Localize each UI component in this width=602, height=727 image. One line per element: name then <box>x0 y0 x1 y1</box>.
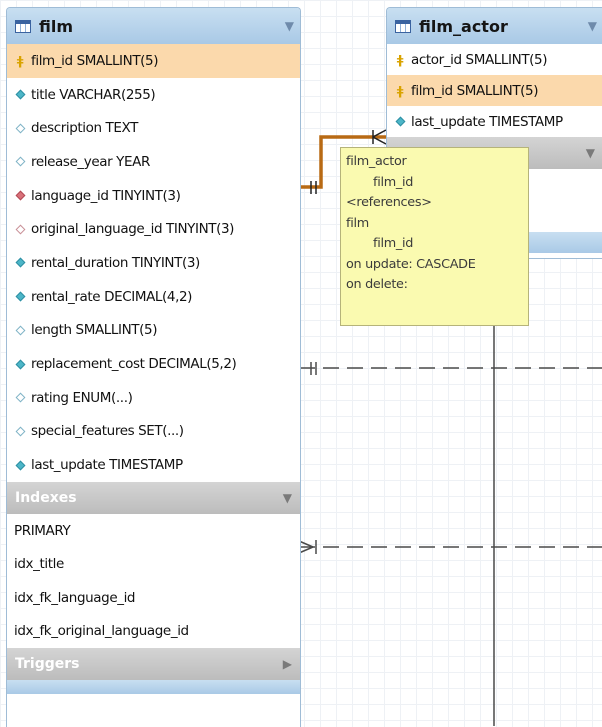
column-label: original_language_id TINYINT(3) <box>31 221 235 238</box>
column-row-last-update[interactable]: last_update TIMESTAMP <box>387 106 602 137</box>
index-label: idx_fk_original_language_id <box>14 623 189 640</box>
tooltip-line: <references> <box>346 195 432 210</box>
film-table-header[interactable]: film ▼ <box>7 8 300 44</box>
film-table[interactable]: film ▼ ǂ film_id SMALLINT(5) title VARCH… <box>6 7 301 727</box>
tooltip-line: film_actor <box>346 154 407 169</box>
collapse-chevron-icon[interactable]: ▼ <box>588 19 597 33</box>
index-label: idx_title <box>14 556 64 573</box>
primary-key-icon: ǂ <box>396 83 404 98</box>
collapse-chevron-icon[interactable]: ▼ <box>283 491 292 505</box>
column-row-rental-rate[interactable]: rental_rate DECIMAL(4,2) <box>7 280 300 314</box>
foreign-key-icon <box>13 190 27 201</box>
column-label: special_features SET(...) <box>31 423 184 440</box>
tooltip-line: on delete: <box>346 277 408 292</box>
column-label: title VARCHAR(255) <box>31 86 156 103</box>
column-row-language-id[interactable]: language_id TINYINT(3) <box>7 179 300 213</box>
column-row-rental-duration[interactable]: rental_duration TINYINT(3) <box>7 246 300 280</box>
column-row-replacement-cost[interactable]: replacement_cost DECIMAL(5,2) <box>7 347 300 381</box>
nullable-column-icon <box>13 156 27 167</box>
column-label: language_id TINYINT(3) <box>31 187 181 204</box>
tooltip-line: on update: CASCADE <box>346 256 476 272</box>
film-actor-table-header[interactable]: film_actor ▼ <box>387 8 602 44</box>
column-label: replacement_cost DECIMAL(5,2) <box>31 356 237 373</box>
column-label: description TEXT <box>31 120 138 137</box>
column-label: film_id SMALLINT(5) <box>31 52 159 69</box>
tooltip-line: film_id <box>373 174 414 190</box>
film-table-footer <box>7 679 300 694</box>
column-row-actor-id[interactable]: ǂ actor_id SMALLINT(5) <box>387 44 602 75</box>
table-icon <box>15 19 31 33</box>
index-row[interactable]: PRIMARY <box>7 514 300 548</box>
column-label: rental_duration TINYINT(3) <box>31 254 200 271</box>
dashed-relationship-line-lower[interactable] <box>298 540 602 554</box>
column-row-film-id[interactable]: ǂ film_id SMALLINT(5) <box>7 44 300 78</box>
column-row-original-language-id[interactable]: original_language_id TINYINT(3) <box>7 212 300 246</box>
primary-key-icon: ǂ <box>16 53 24 68</box>
index-label: idx_fk_language_id <box>14 589 136 606</box>
indexes-section-header[interactable]: Indexes ▼ <box>7 481 300 514</box>
film-table-title: film <box>39 16 74 36</box>
not-null-column-icon <box>13 291 27 302</box>
primary-key-icon: ǂ <box>396 52 404 67</box>
column-row-title[interactable]: title VARCHAR(255) <box>7 78 300 112</box>
column-label: rental_rate DECIMAL(4,2) <box>31 288 193 305</box>
collapse-chevron-icon[interactable]: ▼ <box>285 19 294 33</box>
column-row-rating[interactable]: rating ENUM(...) <box>7 381 300 415</box>
triggers-section-header[interactable]: Triggers ▶ <box>7 647 300 680</box>
index-row[interactable]: idx_fk_language_id <box>7 581 300 615</box>
index-row[interactable]: idx_fk_original_language_id <box>7 614 300 648</box>
index-row[interactable]: idx_title <box>7 547 300 581</box>
triggers-label: Triggers <box>15 655 80 672</box>
not-null-column-icon <box>13 258 27 268</box>
indexes-label: Indexes <box>15 489 77 506</box>
relationship-tooltip: film_actor film_id <references> film fil… <box>340 147 529 326</box>
index-label: PRIMARY <box>14 522 71 539</box>
not-null-column-icon <box>13 89 27 100</box>
not-null-column-icon <box>13 359 27 369</box>
column-label: rating ENUM(...) <box>31 389 133 406</box>
column-row-last-update[interactable]: last_update TIMESTAMP <box>7 448 300 482</box>
nullable-column-icon <box>13 392 27 403</box>
table-icon <box>395 19 411 33</box>
column-label: length SMALLINT(5) <box>31 322 158 339</box>
nullable-column-icon <box>13 123 27 134</box>
column-label: actor_id SMALLINT(5) <box>411 51 548 68</box>
column-row-special-features[interactable]: special_features SET(...) <box>7 415 300 449</box>
column-label: film_id SMALLINT(5) <box>411 82 539 99</box>
column-label: release_year YEAR <box>31 153 150 170</box>
dashed-relationship-line-upper[interactable] <box>299 362 602 375</box>
nullable-column-icon <box>13 325 27 336</box>
expand-arrow-icon[interactable]: ▶ <box>283 657 292 671</box>
not-null-column-icon <box>393 116 407 127</box>
nullable-column-icon <box>13 426 27 437</box>
tooltip-line: film_id <box>373 236 414 251</box>
column-row-release-year[interactable]: release_year YEAR <box>7 145 300 179</box>
column-row-description[interactable]: description TEXT <box>7 111 300 145</box>
nullable-foreign-key-icon <box>13 224 27 235</box>
not-null-column-icon <box>13 460 27 471</box>
tooltip-line: film <box>346 215 369 231</box>
film-actor-table-title: film_actor <box>419 16 508 36</box>
column-label: last_update TIMESTAMP <box>411 113 563 130</box>
column-label: last_update TIMESTAMP <box>31 457 183 474</box>
collapse-chevron-icon[interactable]: ▼ <box>586 146 595 160</box>
column-row-film-id[interactable]: ǂ film_id SMALLINT(5) <box>387 75 602 106</box>
column-row-length[interactable]: length SMALLINT(5) <box>7 314 300 348</box>
